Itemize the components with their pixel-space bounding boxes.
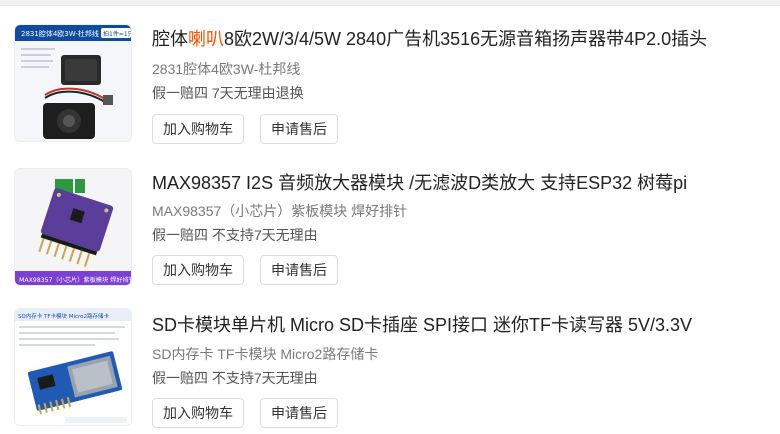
list-item: SD内存卡 TF卡模块 Micro2路存储卡 SD卡模块单片机 Micro SD… xyxy=(0,294,780,434)
top-divider xyxy=(0,0,780,6)
list-item: 2831腔体4欧3W-杜邦线 拍1件=1只 腔体喇叭8欧2W/3/4/5W 28… xyxy=(0,14,780,154)
add-to-cart-button[interactable]: 加入购物车 xyxy=(152,114,244,144)
service-guarantee: 假一赔四 不支持7天无理由 xyxy=(152,227,318,243)
product-thumbnail[interactable]: SD内存卡 TF卡模块 Micro2路存储卡 xyxy=(14,308,132,426)
title-highlight: 喇叭 xyxy=(188,29,224,49)
product-title[interactable]: SD卡模块单片机 Micro SD卡插座 SPI接口 迷你TF卡读写器 5V/3… xyxy=(152,314,692,336)
title-text: MAX98357 I2S 音频放大器模块 /无滤波D类放大 支持ESP32 树莓… xyxy=(152,173,688,193)
product-thumbnail[interactable]: MAX98357（小芯片）紫板模块 焊好排针 xyxy=(14,168,132,286)
sku-spec: SD内存卡 TF卡模块 Micro2路存储卡 xyxy=(152,346,379,362)
list-item: MAX98357（小芯片）紫板模块 焊好排针 MAX98357 I2S 音频放大… xyxy=(0,154,780,294)
apply-after-sale-button[interactable]: 申请售后 xyxy=(260,114,338,144)
apply-after-sale-button[interactable]: 申请售后 xyxy=(260,398,338,428)
sd-module-product-image: SD内存卡 TF卡模块 Micro2路存储卡 xyxy=(15,309,131,425)
amplifier-product-image: MAX98357（小芯片）紫板模块 焊好排针 xyxy=(15,169,132,285)
title-text: SD卡模块单片机 Micro SD卡插座 SPI接口 迷你TF卡读写器 5V/3… xyxy=(152,315,693,335)
thumb-banner-text: MAX98357（小芯片）紫板模块 焊好排针 xyxy=(19,276,132,284)
thumb-banner-text: SD内存卡 TF卡模块 Micro2路存储卡 xyxy=(18,312,110,320)
apply-after-sale-button[interactable]: 申请售后 xyxy=(260,255,338,285)
service-guarantee: 假一赔四 不支持7天无理由 xyxy=(152,370,318,386)
title-text: 腔体 xyxy=(152,29,188,49)
sku-spec: MAX98357（小芯片）紫板模块 焊好排针 xyxy=(152,203,408,219)
thumb-tag-text: 拍1件=1只 xyxy=(103,30,132,38)
add-to-cart-button[interactable]: 加入购物车 xyxy=(152,398,244,428)
title-text-rest: 8欧2W/3/4/5W 2840广告机3516无源音箱扬声器带4P2.0插头 xyxy=(224,29,708,49)
speaker-product-image: 2831腔体4欧3W-杜邦线 拍1件=1只 xyxy=(15,25,132,141)
product-thumbnail[interactable]: 2831腔体4欧3W-杜邦线 拍1件=1只 xyxy=(14,24,132,142)
product-title[interactable]: MAX98357 I2S 音频放大器模块 /无滤波D类放大 支持ESP32 树莓… xyxy=(152,172,687,194)
product-title[interactable]: 腔体喇叭8欧2W/3/4/5W 2840广告机3516无源音箱扬声器带4P2.0… xyxy=(152,28,707,50)
add-to-cart-button[interactable]: 加入购物车 xyxy=(152,255,244,285)
sku-spec: 2831腔体4欧3W-杜邦线 xyxy=(152,61,301,77)
thumb-banner-text: 2831腔体4欧3W-杜邦线 xyxy=(21,29,99,38)
service-guarantee: 假一赔四 7天无理由退换 xyxy=(152,85,304,101)
